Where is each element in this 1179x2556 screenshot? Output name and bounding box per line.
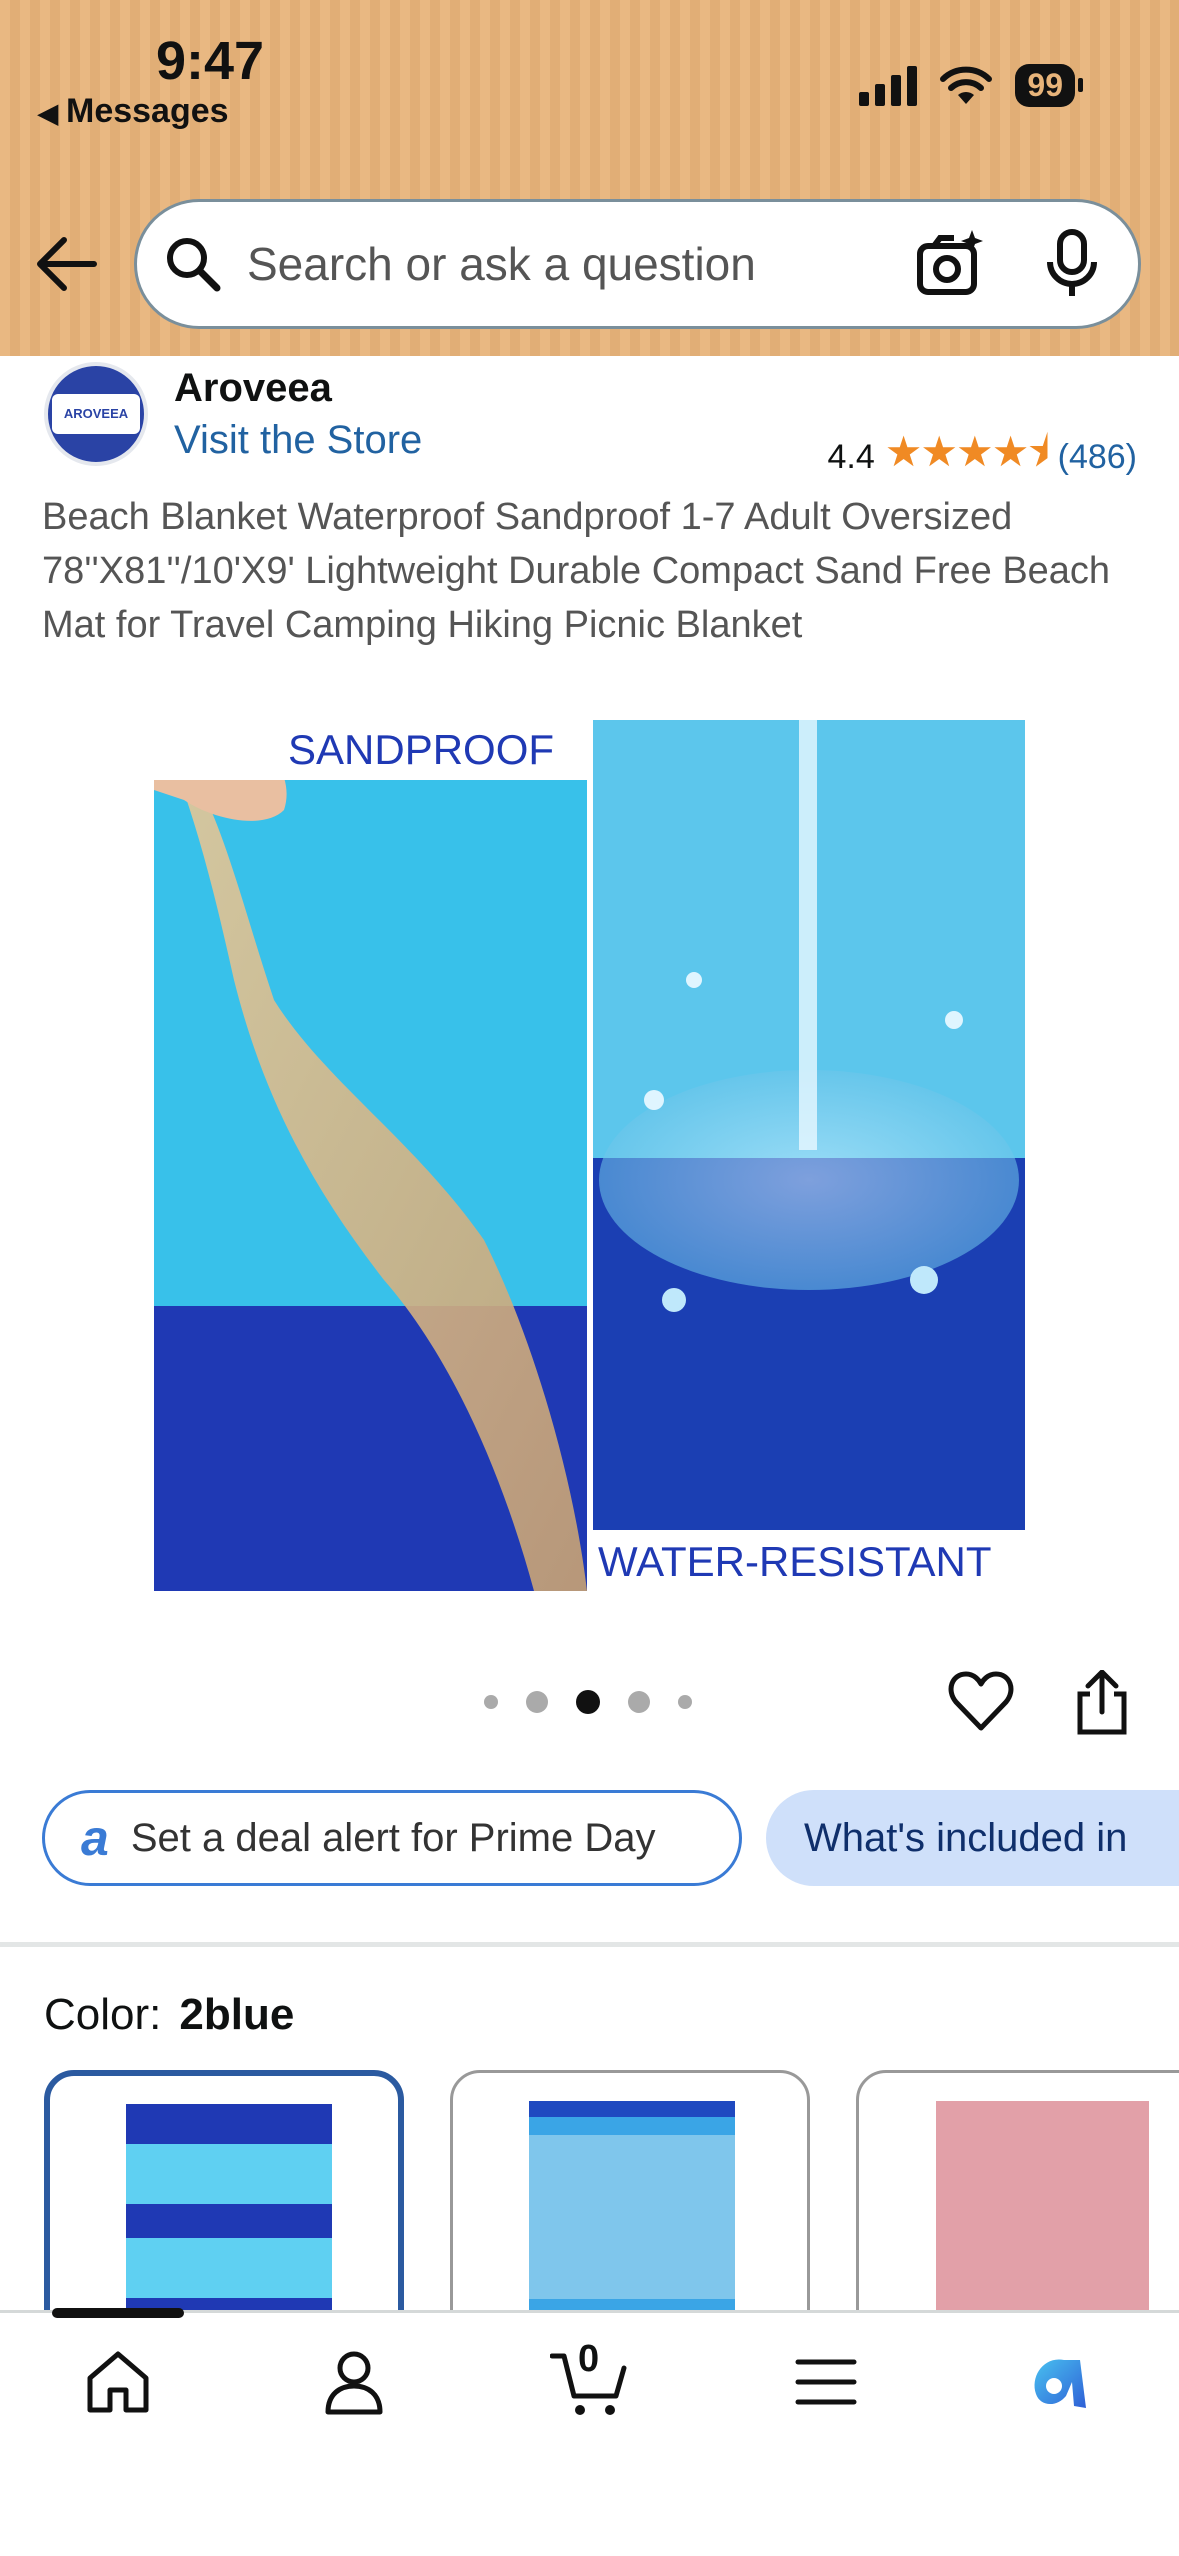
battery-indicator: 99 [1015,64,1083,107]
search-bar[interactable]: Search or ask a question [134,199,1141,329]
product-image[interactable]: SANDPROOF WATER-RESISTANT [154,720,1025,1591]
brand-logo-text: AROVEEA [52,394,140,434]
color-label: Color: [44,1990,162,2039]
image-label-water-resistant: WATER-RESISTANT [598,1538,992,1585]
status-time: 9:47 [156,31,265,91]
carousel-dot[interactable] [526,1691,548,1713]
image-label-sandproof: SANDPROOF [288,726,554,773]
carousel-dot[interactable] [678,1695,692,1709]
rating[interactable]: 4.4 ★★★★⯨ (486) [827,422,1137,493]
active-tab-indicator [52,2308,184,2318]
back-to-messages[interactable]: ◀ Messages [38,92,229,131]
camera-icon[interactable] [914,228,986,300]
section-divider [0,1942,1179,1947]
rufus-icon[interactable] [1024,2346,1096,2418]
back-app-label: Messages [66,92,229,130]
status-icons: 99 [859,64,1083,107]
whats-included-label: What's included in [804,1815,1128,1860]
heart-icon[interactable] [948,1670,1014,1732]
signal-icon [859,65,918,106]
back-triangle-icon: ◀ [38,98,58,128]
brand-name: Aroveea [174,366,332,410]
color-selector-label: Color: 2blue [44,1990,294,2040]
rating-value: 4.4 [827,438,875,476]
whats-included-chip[interactable]: What's included in [766,1790,1179,1886]
cart-icon[interactable] [550,2346,630,2418]
carousel-dot[interactable] [628,1691,650,1713]
rufus-a-icon: a [81,1810,109,1866]
image-carousel-dots[interactable] [484,1690,692,1714]
carousel-dot-active[interactable] [576,1690,600,1714]
deal-alert-chip[interactable]: a Set a deal alert for Prime Day [42,1790,742,1886]
search-icon [167,238,221,292]
back-arrow-icon[interactable] [34,236,98,292]
home-icon[interactable] [82,2346,154,2418]
brand-logo[interactable]: AROVEEA [44,362,148,466]
wifi-icon [940,66,993,104]
star-rating-icon: ★★★★⯨ [884,428,1050,475]
microphone-icon[interactable] [1042,228,1102,300]
search-input[interactable]: Search or ask a question [247,237,914,291]
product-title: Beach Blanket Waterproof Sandproof 1-7 A… [42,496,1111,646]
header: 9:47 ◀ Messages 99 Search or ask a questi… [0,0,1179,356]
deal-alert-label: Set a deal alert for Prime Day [130,1815,656,1860]
visit-store-link[interactable]: Visit the Store [174,418,422,463]
color-value: 2blue [179,1990,295,2039]
rating-count[interactable]: (486) [1058,438,1137,477]
share-icon[interactable] [1074,1670,1130,1736]
carousel-dot[interactable] [484,1695,498,1709]
menu-icon[interactable] [790,2346,862,2418]
account-icon[interactable] [318,2346,390,2418]
